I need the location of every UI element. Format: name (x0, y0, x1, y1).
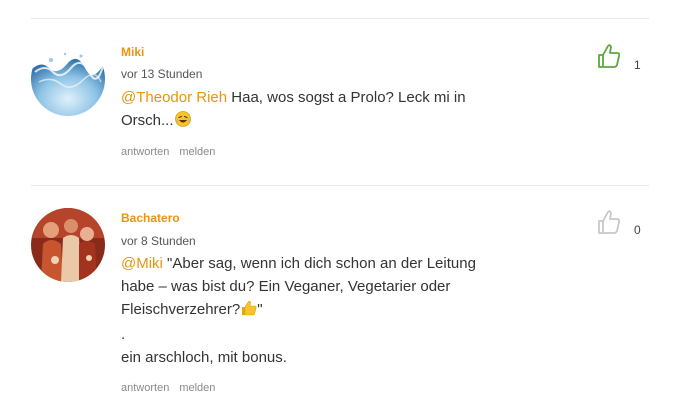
comment-text: habe – was bist du? Ein Veganer, Vegetar… (121, 278, 451, 295)
report-link[interactable]: melden (179, 382, 215, 394)
comment-timestamp: vor 8 Stunden (121, 234, 196, 248)
comment-divider (31, 185, 649, 186)
comment-text: Orsch... (121, 112, 174, 129)
avatar[interactable] (31, 208, 105, 282)
thumbs-up-emoji-icon (241, 300, 257, 323)
like-button[interactable] (597, 209, 621, 240)
comment-body: @Theodor Rieh Haa, wos sogst a Prolo? Le… (121, 86, 491, 134)
laughing-emoji-icon (174, 111, 191, 134)
like-count: 0 (634, 223, 641, 237)
thumbs-up-icon (598, 210, 621, 234)
comment-text: "Aber sag, wenn ich dich schon an der Le… (162, 255, 476, 272)
like-count: 1 (634, 58, 641, 72)
mention-link[interactable]: @Theodor Rieh (121, 89, 227, 106)
comment-text: Fleischverzehrer? (121, 301, 241, 318)
comment-body: @Miki "Aber sag, wenn ich dich schon an … (121, 252, 491, 369)
avatar[interactable] (31, 42, 105, 116)
comment-text: " (257, 301, 263, 318)
comment-author[interactable]: Bachatero (121, 211, 180, 225)
mention-link[interactable]: @Miki (121, 255, 163, 272)
comment-timestamp: vor 13 Stunden (121, 67, 203, 81)
comment-actions: antworten melden (121, 146, 215, 158)
comment-text: Haa, wos sogst a Prolo? Leck mi in (227, 89, 466, 106)
top-divider (31, 18, 649, 19)
comment-author[interactable]: Miki (121, 45, 144, 59)
thumbs-up-icon (598, 44, 621, 68)
like-button[interactable] (597, 43, 621, 74)
comment-text: . (121, 326, 126, 343)
reply-link[interactable]: antworten (121, 382, 169, 394)
reply-link[interactable]: antworten (121, 146, 169, 158)
comment-text: ein arschloch, mit bonus. (121, 349, 287, 366)
report-link[interactable]: melden (179, 146, 215, 158)
comment-actions: antworten melden (121, 382, 215, 394)
